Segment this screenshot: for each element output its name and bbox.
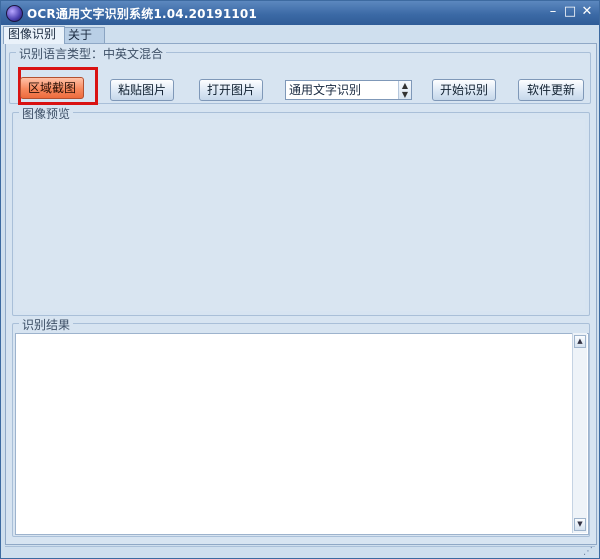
- region-capture-button[interactable]: 区域截图: [20, 77, 84, 99]
- tab-about[interactable]: 关于: [63, 27, 105, 43]
- title-bar[interactable]: OCR通用文字识别系统1.04.20191101 – □ ✕: [1, 1, 599, 25]
- language-type-group: 识别语言类型：中英文混合 区域截图 粘贴图片 打开图片 通用文字识别 ▲ ▼ 开…: [9, 45, 591, 105]
- spin-arrows-icon[interactable]: ▲ ▼: [398, 81, 411, 99]
- arrow-up-icon: ▲: [401, 81, 409, 90]
- language-type-label: 识别语言类型：中英文混合: [16, 45, 167, 62]
- window-title: OCR通用文字识别系统1.04.20191101: [27, 7, 258, 21]
- arrow-down-icon: ▼: [401, 90, 409, 99]
- app-logo-icon: [6, 5, 23, 22]
- software-update-button[interactable]: 软件更新: [518, 79, 584, 101]
- image-preview-area: [15, 119, 585, 311]
- recognition-result-group: 识别结果 ▲ ▼: [12, 316, 590, 537]
- maximize-icon[interactable]: □: [562, 4, 578, 20]
- recognition-result-label: 识别结果: [19, 316, 74, 333]
- status-bar: ⋰: [5, 546, 595, 557]
- tab-content-panel: 识别语言类型：中英文混合 区域截图 粘贴图片 打开图片 通用文字识别 ▲ ▼ 开…: [5, 43, 597, 545]
- close-icon[interactable]: ✕: [579, 4, 595, 20]
- app-window: OCR通用文字识别系统1.04.20191101 – □ ✕ 图像识别 关于 识…: [0, 0, 600, 559]
- recognition-mode-select[interactable]: 通用文字识别 ▲ ▼: [285, 80, 412, 100]
- paste-image-button[interactable]: 粘贴图片: [110, 79, 174, 101]
- image-preview-group: 图像预览: [12, 105, 590, 316]
- resize-grip-icon[interactable]: ⋰: [583, 547, 593, 557]
- recognition-mode-value: 通用文字识别: [289, 83, 362, 97]
- open-image-button[interactable]: 打开图片: [199, 79, 263, 101]
- start-recognition-button[interactable]: 开始识别: [432, 79, 496, 101]
- minimize-icon[interactable]: –: [545, 4, 561, 20]
- result-textarea[interactable]: [15, 333, 589, 535]
- tab-image-recognition[interactable]: 图像识别: [3, 26, 65, 44]
